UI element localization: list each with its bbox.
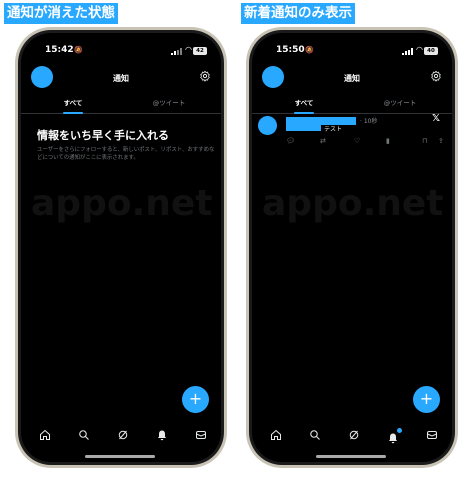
wifi-icon: ◠	[416, 45, 423, 54]
like-icon[interactable]: ♡	[354, 137, 360, 145]
watermark: appo.net	[262, 183, 444, 224]
right-panel: 新着通知のみ表示 15:50 🔕 ◠ 40 通知 すべて @ツイート appo.…	[231, 0, 462, 500]
notification-text: テスト	[324, 126, 343, 133]
phone-screen: 15:50 🔕 ◠ 40 通知 すべて @ツイート appo.net · 10秒…	[252, 33, 452, 462]
notification-avatar[interactable]	[258, 116, 277, 135]
views-icon[interactable]: ▮	[386, 137, 390, 145]
dynamic-island	[98, 41, 144, 54]
mail-icon[interactable]	[195, 429, 207, 441]
mute-bell-icon: 🔕	[305, 46, 314, 54]
bookmark-icon[interactable]: ⊓	[422, 137, 427, 145]
share-icon[interactable]: ⇪	[438, 137, 444, 145]
tab-bar: すべて @ツイート	[252, 94, 452, 114]
bottom-nav	[252, 423, 452, 445]
tab-mentions[interactable]: @ツイート	[360, 97, 440, 107]
mail-icon[interactable]	[426, 429, 438, 441]
x-logo-icon: 𝕏	[431, 113, 440, 124]
tab-indicator	[63, 112, 83, 114]
battery-indicator: 42	[193, 47, 207, 55]
caption-label: 新着通知のみ表示	[241, 3, 355, 24]
phone-screen: 15:42 🔕 ◠ 42 通知 すべて @ツイート appo.net 情報をいち…	[21, 33, 221, 462]
gear-icon[interactable]	[430, 70, 442, 82]
phone-frame: 15:42 🔕 ◠ 42 通知 すべて @ツイート appo.net 情報をいち…	[15, 27, 227, 468]
signal-icon	[402, 48, 413, 55]
watermark: appo.net	[31, 183, 213, 224]
page-title: 通知	[344, 74, 360, 83]
grok-icon[interactable]	[117, 429, 129, 441]
empty-state-title: 情報をいち早く手に入れる	[37, 129, 169, 142]
caption-label: 通知が消えた状態	[4, 3, 118, 24]
home-indicator	[316, 455, 386, 458]
empty-state-body: ユーザーをさらにフォローすると、新しいポスト、リポスト、おすすめなどについての通…	[37, 147, 215, 161]
status-time: 15:42	[45, 45, 74, 55]
left-panel: 通知が消えた状態 15:42 🔕 ◠ 42 通知 すべて @ツイート appo.…	[0, 0, 231, 500]
bell-icon[interactable]	[156, 429, 168, 441]
status-time: 15:50	[276, 45, 305, 55]
reply-icon[interactable]: 💬︎	[286, 137, 295, 145]
home-icon[interactable]	[270, 429, 282, 441]
compose-button[interactable]: +	[413, 386, 440, 413]
wifi-icon: ◠	[185, 45, 192, 54]
notification-badge	[396, 427, 403, 434]
tab-all[interactable]: すべて	[264, 97, 344, 107]
compose-button[interactable]: +	[182, 386, 209, 413]
notification-actions: 💬︎ ⇄ ♡ ▮ ⊓ ⇪	[286, 137, 444, 147]
battery-indicator: 40	[424, 47, 438, 55]
page-title: 通知	[113, 74, 129, 83]
signal-icon	[171, 48, 182, 55]
search-icon[interactable]	[78, 429, 90, 441]
redacted-handle	[286, 124, 321, 131]
repost-icon[interactable]: ⇄	[320, 137, 326, 145]
bottom-nav	[21, 423, 221, 445]
tab-bar: すべて @ツイート	[21, 94, 221, 114]
gear-icon[interactable]	[199, 70, 211, 82]
search-icon[interactable]	[309, 429, 321, 441]
home-indicator	[85, 455, 155, 458]
tab-all[interactable]: すべて	[33, 97, 113, 107]
bell-icon	[389, 433, 397, 444]
mute-bell-icon: 🔕	[74, 46, 83, 54]
grok-icon[interactable]	[348, 429, 360, 441]
bell-nav-item[interactable]	[387, 427, 403, 444]
dynamic-island	[329, 41, 375, 54]
phone-frame: 15:50 🔕 ◠ 40 通知 すべて @ツイート appo.net · 10秒…	[246, 27, 458, 468]
home-icon[interactable]	[39, 429, 51, 441]
tab-mentions[interactable]: @ツイート	[129, 97, 209, 107]
notification-time: · 10秒	[360, 118, 378, 125]
notification-item[interactable]: · 10秒 テスト 𝕏 💬︎ ⇄ ♡ ▮ ⊓ ⇪	[252, 113, 452, 163]
